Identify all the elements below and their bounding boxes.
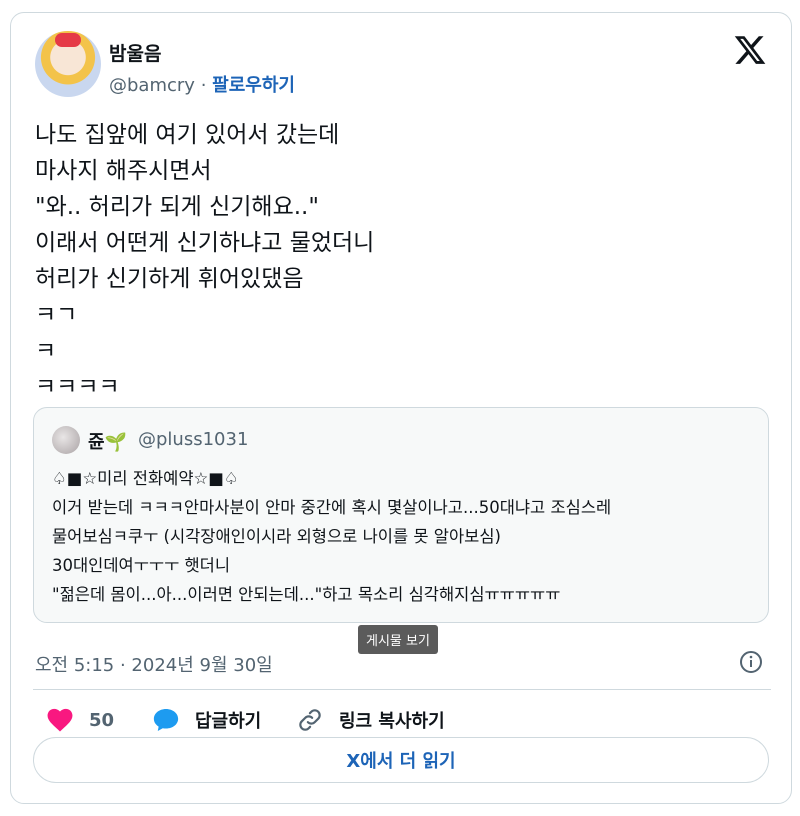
read-more-button[interactable]: X에서 더 읽기 (33, 737, 769, 783)
copy-link-label: 링크 복사하기 (339, 711, 445, 732)
quote-author-display-name: 쥰 (88, 432, 105, 453)
quote-author-handle: @pluss1031 (138, 429, 249, 450)
tweet-line: 이래서 어떤게 신기하냐고 물었더니 (35, 230, 375, 256)
sprout-icon: 🌱 (104, 432, 127, 453)
quote-line: "젊은데 몸이...아...이러면 안되는데..."하고 목소리 심각해지심ㅠㅠ… (52, 585, 561, 604)
quoted-tweet[interactable]: 쥰🌱 @pluss1031 ♤■☆미리 전화예약☆■♤ 이거 받는데 ㅋㅋㅋ안마… (33, 407, 769, 623)
tweet-line: 허리가 신기하게 휘어있댔음 (35, 266, 304, 292)
reply-button[interactable]: 답글하기 (153, 705, 261, 735)
quote-line: 이거 받는데 ㅋㅋㅋ안마사분이 안마 중간에 혹시 몇살이나고...50대냐고 … (52, 498, 612, 517)
view-post-tooltip: 게시물 보기 (358, 625, 438, 654)
author-name[interactable]: 밤울음 (109, 39, 161, 66)
like-count: 50 (89, 709, 115, 731)
like-button[interactable]: 50 (47, 705, 114, 735)
x-logo-icon[interactable] (733, 33, 767, 67)
quote-line: 30대인데여ㅜㅜㅜ 햇더니 (52, 556, 231, 575)
quote-author-avatar (52, 426, 80, 454)
copy-link-button[interactable]: 링크 복사하기 (297, 705, 445, 735)
tweet-line: "와.. 허리가 되게 신기해요.." (35, 194, 319, 220)
quote-line: 물어보심ㅋ쿠ㅜ (시각장애인이시라 외형으로 나이를 못 알아보심) (52, 527, 501, 546)
follow-button[interactable]: 팔로우하기 (212, 75, 295, 96)
info-icon[interactable] (739, 650, 763, 674)
author-avatar[interactable] (35, 31, 101, 97)
tweet-card: 밤울음 @bamcry · 팔로우하기 나도 집앞에 여기 있어서 갔는데 마사… (10, 12, 792, 804)
divider (33, 689, 771, 690)
reply-label: 답글하기 (195, 711, 262, 732)
handle-separator: · (200, 75, 207, 96)
avatar-bow (55, 33, 81, 47)
quote-author-name: 쥰🌱 (88, 428, 127, 454)
tweet-line: 마사지 해주시면서 (35, 158, 212, 184)
author-handle-row: @bamcry · 팔로우하기 (109, 71, 295, 97)
quote-line: ♤■☆미리 전화예약☆■♤ (52, 469, 239, 488)
tweet-line: ㅋㅋㅋㅋ (35, 374, 120, 400)
tweet-timestamp[interactable]: 오전 5:15 · 2024년 9월 30일 (35, 651, 273, 677)
tweet-line: 나도 집앞에 여기 있어서 갔는데 (35, 122, 340, 148)
quote-text: ♤■☆미리 전화예약☆■♤ 이거 받는데 ㅋㅋㅋ안마사분이 안마 중간에 혹시 … (52, 464, 752, 609)
heart-icon (47, 708, 73, 732)
tweet-line: ㅋㄱ (35, 302, 78, 328)
tweet-line: ㅋ (35, 338, 57, 364)
reply-bubble-icon (153, 708, 179, 732)
author-handle[interactable]: @bamcry (109, 75, 195, 96)
link-icon (299, 709, 321, 731)
tweet-text: 나도 집앞에 여기 있어서 갔는데 마사지 해주시면서 "와.. 허리가 되게 … (35, 117, 755, 405)
